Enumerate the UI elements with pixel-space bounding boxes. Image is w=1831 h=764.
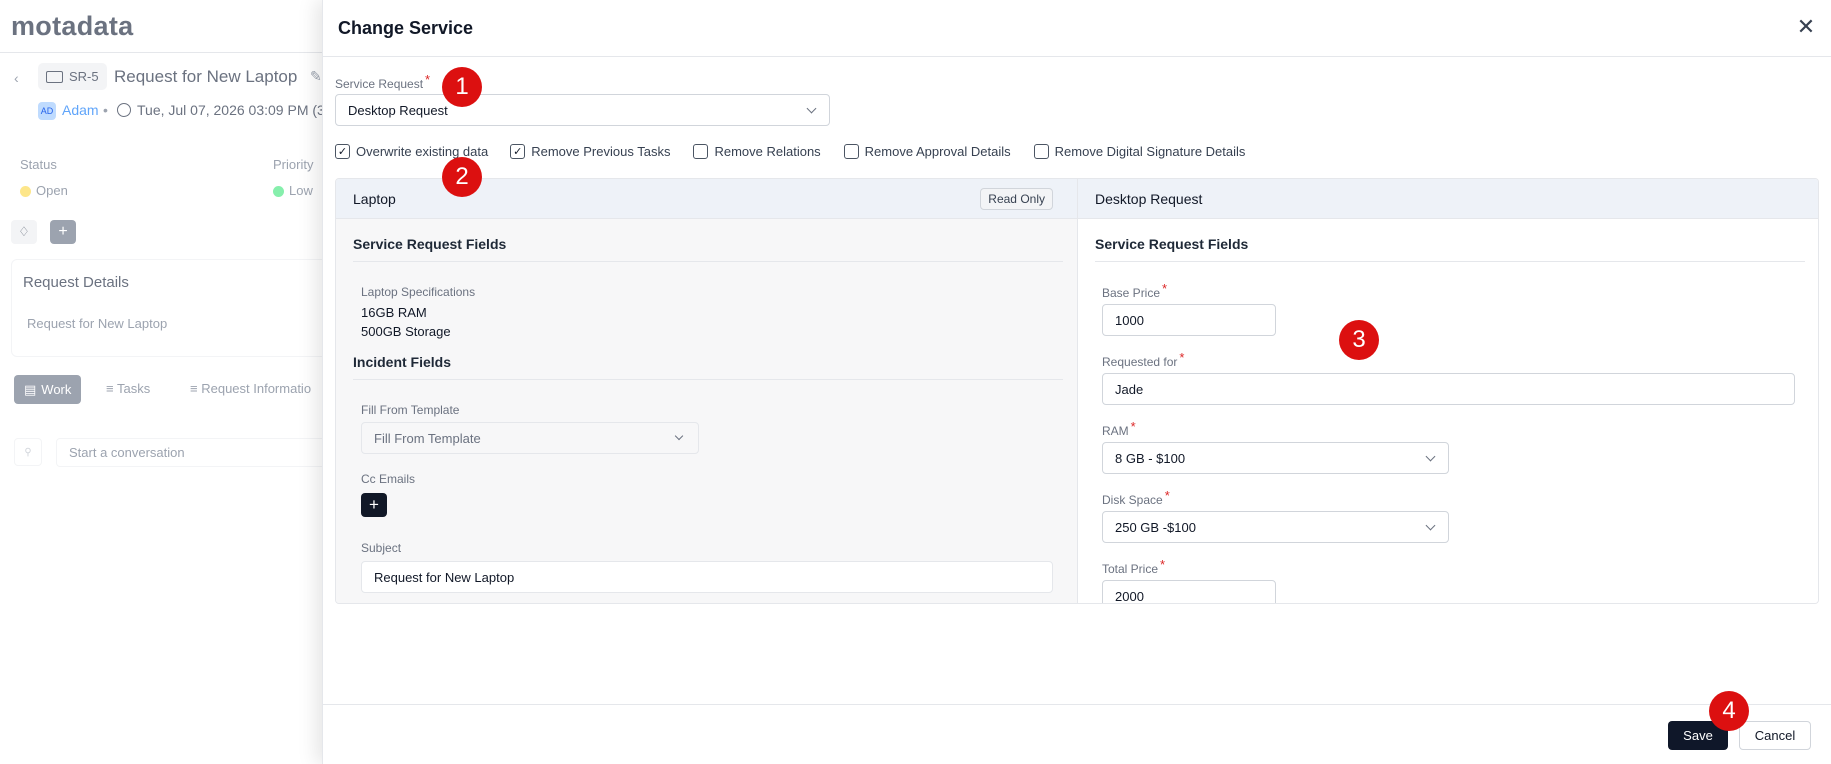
priority-label: Priority xyxy=(273,157,314,172)
ticket-id-chip: SR-5 xyxy=(38,63,107,90)
total-price-input[interactable]: 2000 xyxy=(1102,580,1276,603)
total-price-label: Total Price * xyxy=(1102,557,1166,576)
new-service-title: Desktop Request xyxy=(1095,191,1203,207)
cancel-button[interactable]: Cancel xyxy=(1739,721,1811,750)
clock-icon xyxy=(117,103,131,117)
conversation-input[interactable]: Start a conversation xyxy=(56,438,346,467)
change-service-dialog: Change Service ✕ Service Request * Deskto… xyxy=(322,0,1831,764)
close-icon[interactable]: ✕ xyxy=(1795,16,1817,38)
pencil-icon[interactable]: ✎ xyxy=(310,68,322,85)
base-price-label: Base Price * xyxy=(1102,281,1168,300)
new-service-column: Desktop Request Service Request Fields B… xyxy=(1078,179,1818,603)
service-request-select[interactable]: Desktop Request xyxy=(335,94,830,126)
option-remove-previous-tasks[interactable]: ✓ Remove Previous Tasks xyxy=(510,144,670,159)
dialog-title: Change Service xyxy=(338,18,474,38)
plus-icon: + xyxy=(361,493,387,517)
cc-emails-label: Cc Emails xyxy=(361,472,416,486)
base-price-input[interactable]: 1000 xyxy=(1102,304,1276,336)
current-service-column: Laptop Read Only Service Request Fields … xyxy=(336,179,1078,603)
dialog-header: Change Service ✕ xyxy=(323,0,1831,57)
section-divider xyxy=(353,261,1063,262)
service-request-label: Service Request * xyxy=(335,72,431,91)
header-divider xyxy=(0,52,330,53)
tab-work[interactable]: ▤ Work xyxy=(14,375,82,404)
section-title: Service Request Fields xyxy=(353,236,507,252)
ram-label: RAM * xyxy=(1102,419,1136,438)
chat-icon: ▤ xyxy=(24,381,37,397)
avatar: AD xyxy=(38,102,56,120)
search-icon[interactable]: ⚲ xyxy=(14,438,42,466)
requester-name[interactable]: Adam xyxy=(62,102,99,118)
checkbox-checked-icon[interactable]: ✓ xyxy=(510,144,526,159)
request-details-title: Request Details xyxy=(23,274,129,291)
info-list-icon: ≡ xyxy=(190,381,198,396)
tag-icon[interactable]: ♢ xyxy=(11,220,37,244)
change-options: ✓ Overwrite existing data ✓ Remove Previ… xyxy=(335,144,1245,159)
requested-for-label: Requested for * xyxy=(1102,350,1185,369)
option-remove-digital-signature-details[interactable]: Remove Digital Signature Details xyxy=(1033,144,1245,159)
status-label: Status xyxy=(20,157,57,172)
separator-dot: • xyxy=(103,102,108,118)
disk-space-select[interactable]: 250 GB -$100 xyxy=(1102,511,1449,543)
tasks-icon: ≡ xyxy=(106,381,114,396)
checkbox-icon[interactable] xyxy=(693,144,709,159)
ticket-id: SR-5 xyxy=(69,69,99,84)
option-remove-approval-details[interactable]: Remove Approval Details xyxy=(843,144,1011,159)
section-title: Incident Fields xyxy=(353,354,452,370)
status-value[interactable]: Open xyxy=(36,183,68,198)
disk-space-label: Disk Space * xyxy=(1102,488,1170,507)
checkbox-icon[interactable] xyxy=(1033,144,1049,159)
footer-divider xyxy=(323,704,1831,705)
chevron-down-icon xyxy=(1425,520,1436,531)
fill-template-select: Fill From Template xyxy=(361,422,699,454)
section-divider xyxy=(353,379,1063,380)
created-date: Tue, Jul 07, 2026 03:09 PM (3 xyxy=(137,102,325,118)
subject-field: Request for New Laptop xyxy=(361,561,1053,593)
chevron-down-icon xyxy=(1425,451,1436,462)
requested-for-input[interactable]: Jade xyxy=(1102,373,1795,405)
app-logo: motadata xyxy=(11,11,134,41)
service-comparison-panel: Laptop Read Only Service Request Fields … xyxy=(335,178,1819,604)
current-service-title: Laptop xyxy=(353,191,396,207)
section-divider xyxy=(1095,261,1805,262)
request-details-value: Request for New Laptop xyxy=(27,316,168,331)
status-dot xyxy=(20,186,31,197)
subject-label: Subject xyxy=(361,541,402,555)
priority-dot xyxy=(273,186,284,197)
checkbox-icon[interactable] xyxy=(843,144,859,159)
ram-value: 8 GB - $100 xyxy=(1115,450,1186,466)
chevron-down-icon xyxy=(806,103,817,114)
tab-request-information[interactable]: ≡ Request Informatio xyxy=(190,381,311,396)
laptop-specs-label: Laptop Specifications xyxy=(361,285,476,299)
tab-tasks-label: Tasks xyxy=(116,381,151,396)
tab-work-label: Work xyxy=(41,382,72,397)
subject-value: Request for New Laptop xyxy=(374,569,515,585)
request-title: Request for New Laptop xyxy=(114,67,298,86)
service-request-value: Desktop Request xyxy=(348,102,448,118)
tab-tasks[interactable]: ≡ Tasks xyxy=(106,381,150,396)
new-service-header: Desktop Request xyxy=(1078,179,1818,219)
priority-value[interactable]: Low xyxy=(289,183,313,198)
ticket-icon xyxy=(46,70,63,83)
option-remove-relations[interactable]: Remove Relations xyxy=(693,144,821,159)
chevron-down-icon xyxy=(674,431,684,441)
laptop-specs-line: 16GB RAM xyxy=(361,305,427,320)
annotation-marker: 2 xyxy=(442,157,482,197)
annotation-marker: 3 xyxy=(1339,320,1379,360)
disk-space-value: 250 GB -$100 xyxy=(1115,519,1196,535)
ram-select[interactable]: 8 GB - $100 xyxy=(1102,442,1449,474)
tab-request-information-label: Request Informatio xyxy=(201,381,312,396)
checkbox-checked-icon[interactable]: ✓ xyxy=(335,144,350,159)
annotation-marker: 1 xyxy=(442,67,482,107)
fill-template-label: Fill From Template xyxy=(361,403,460,417)
read-only-badge: Read Only xyxy=(980,188,1053,210)
fill-template-value: Fill From Template xyxy=(374,430,481,446)
chevron-left-icon[interactable]: ‹ xyxy=(14,70,19,86)
laptop-specs-line: 500GB Storage xyxy=(361,324,451,339)
section-title: Service Request Fields xyxy=(1095,236,1249,252)
add-tag-button[interactable]: + xyxy=(50,220,76,244)
annotation-marker: 4 xyxy=(1709,691,1749,731)
